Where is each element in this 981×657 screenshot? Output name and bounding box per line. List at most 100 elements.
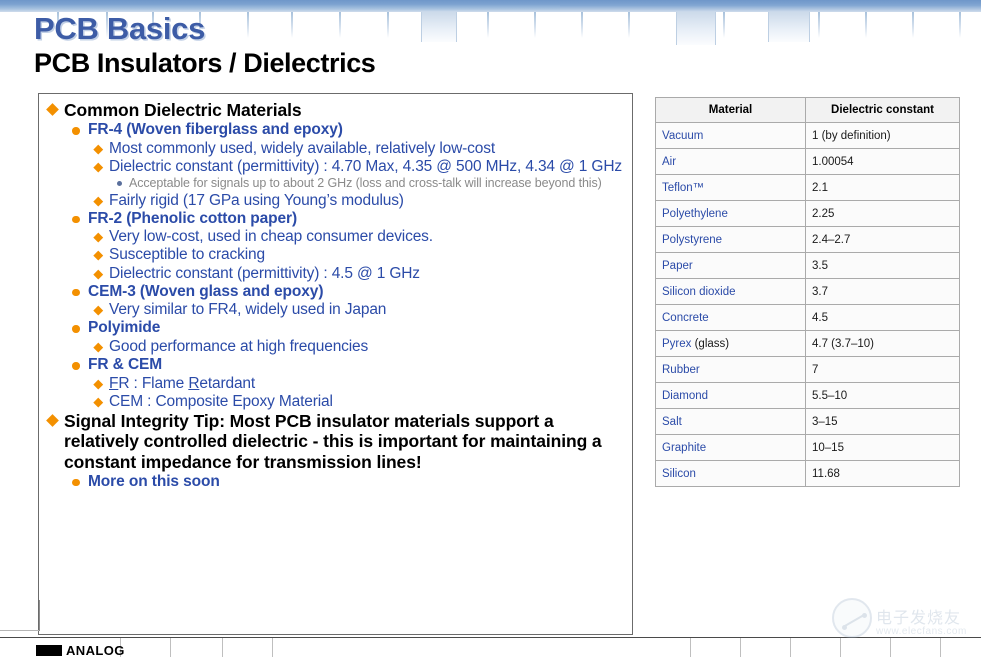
bullet-glyph-icon: [46, 414, 59, 427]
bullet-item: FR-4 (Woven fiberglass and epoxy): [72, 121, 626, 140]
bullet-glyph-icon: [117, 181, 122, 187]
table-row: Pyrex (glass) 4.7 (3.7–10): [655, 330, 960, 357]
analog-devices-logo: ANALOG: [36, 644, 125, 657]
table-row: Diamond 5.5–10: [655, 382, 960, 409]
bullet-glyph-icon: [93, 233, 103, 243]
banner-tick: [534, 12, 536, 38]
cell-dielectric-constant: 3–15: [805, 408, 960, 435]
cell-material: Diamond: [655, 382, 806, 409]
banner-tick: [291, 12, 293, 38]
bullet-glyph-icon: [93, 269, 103, 279]
cell-material: Rubber: [655, 356, 806, 383]
bullet-text: FR : Flame Retardant: [109, 374, 256, 392]
cell-dielectric-constant: 3.5: [805, 252, 960, 279]
bullet-glyph-icon: [93, 162, 103, 172]
bullet-text: Polyimide: [88, 319, 161, 337]
footer-tick: [690, 638, 691, 657]
cell-material: Silicon: [655, 460, 806, 487]
bullet-item: Very similar to FR4, widely used in Japa…: [93, 301, 626, 319]
table-row: Vacuum 1 (by definition): [655, 122, 960, 149]
bullet-glyph-icon: [46, 103, 59, 116]
bullet-glyph-icon: [93, 379, 103, 389]
content-box: Common Dielectric Materials FR-4 (Woven f…: [38, 93, 633, 635]
bullet-text: FR-4 (Woven fiberglass and epoxy): [88, 121, 343, 139]
bullet-item: Fairly rigid (17 GPa using Young’s modul…: [93, 192, 626, 210]
material-link[interactable]: Pyrex: [662, 338, 691, 350]
table-header-row: Material Dielectric constant: [655, 97, 960, 123]
bullet-item: Most commonly used, widely available, re…: [93, 140, 626, 158]
bullet-marker-icon: [46, 100, 64, 116]
banner-tick: [959, 12, 961, 38]
cell-material: Pyrex (glass): [655, 330, 806, 357]
table-row: Graphite 10–15: [655, 434, 960, 461]
cell-material: Vacuum: [655, 122, 806, 149]
watermark-chinese-text: 电子发烧友: [876, 608, 962, 627]
footer-tick: [890, 638, 891, 657]
page-subtitle: PCB Insulators / Dielectrics: [34, 48, 376, 78]
banner-tick-block: [676, 12, 716, 45]
bullet-marker-icon: [72, 283, 88, 297]
bullet-item: Common Dielectric Materials: [46, 100, 626, 120]
footer-tick: [840, 638, 841, 657]
banner-tick: [339, 12, 341, 38]
bullet-marker-icon: [93, 301, 109, 316]
table-row: Rubber 7: [655, 356, 960, 383]
cell-dielectric-constant: 4.5: [805, 304, 960, 331]
bullet-text: Susceptible to cracking: [109, 246, 265, 264]
dielectric-constant-table: Material Dielectric constant Vacuum 1 (by…: [655, 97, 960, 487]
page-title: PCB Basics: [34, 11, 206, 46]
bullet-item: Good performance at high frequencies: [93, 338, 626, 356]
bullet-text: Common Dielectric Materials: [64, 100, 302, 120]
table-row: Silicon dioxide 3.7: [655, 278, 960, 305]
cell-material: Graphite: [655, 434, 806, 461]
bullet-item: Dielectric constant (permittivity) : 4.5…: [93, 265, 626, 283]
cell-material: Concrete: [655, 304, 806, 331]
banner-tick: [723, 12, 725, 38]
cell-dielectric-constant: 4.7 (3.7–10): [805, 330, 960, 357]
banner-tick: [247, 12, 249, 38]
cell-dielectric-constant: 2.25: [805, 200, 960, 227]
watermark-dot-icon: [862, 613, 867, 618]
bullet-list: Common Dielectric Materials FR-4 (Woven f…: [39, 94, 632, 492]
bullet-text: Very low-cost, used in cheap consumer de…: [109, 228, 433, 246]
cell-material: Paper: [655, 252, 806, 279]
bullet-marker-icon: [93, 393, 109, 407]
footer-tick: [740, 638, 741, 657]
bullet-marker-icon: [93, 265, 109, 279]
bullet-marker-icon: [72, 121, 88, 135]
cell-dielectric-constant: 2.4–2.7: [805, 226, 960, 253]
bullet-text: Signal Integrity Tip: Most PCB insulator…: [64, 411, 602, 472]
bullet-marker-icon: [93, 140, 109, 154]
bullet-glyph-icon: [93, 342, 103, 352]
cell-dielectric-constant: 5.5–10: [805, 382, 960, 409]
table-row: Polyethylene 2.25: [655, 200, 960, 227]
cell-material: Polyethylene: [655, 200, 806, 227]
bullet-marker-icon: [72, 356, 88, 370]
table-row: Concrete 4.5: [655, 304, 960, 331]
bullet-item: Signal Integrity Tip: Most PCB insulator…: [46, 411, 626, 472]
bullet-text: CEM-3 (Woven glass and epoxy): [88, 282, 324, 300]
bullet-text: CEM : Composite Epoxy Material: [109, 392, 333, 410]
footer-divider: [0, 637, 981, 638]
bullet-item: Acceptable for signals up to about 2 GHz…: [117, 176, 626, 191]
bullet-marker-icon: [72, 210, 88, 224]
analog-devices-mark-icon: [36, 645, 62, 656]
table-row: Paper 3.5: [655, 252, 960, 279]
cell-material: Air: [655, 148, 806, 175]
bullet-glyph-icon: [72, 478, 80, 487]
cell-material: Salt: [655, 408, 806, 435]
bullet-text: FR-2 (Phenolic cotton paper): [88, 209, 298, 227]
banner-blue-band-right: [560, 5, 981, 12]
footer-tick: [272, 638, 273, 657]
cell-dielectric-constant: 2.1: [805, 174, 960, 201]
cell-material: Polystyrene: [655, 226, 806, 253]
column-header-dielectric-constant: Dielectric constant: [805, 97, 960, 123]
bullet-marker-icon: [93, 375, 109, 389]
bullet-glyph-icon: [72, 362, 80, 370]
bullet-marker-icon: [93, 246, 109, 261]
bullet-glyph-icon: [93, 397, 103, 407]
bullet-marker-icon: [93, 228, 109, 243]
bullet-marker-icon: [72, 319, 88, 333]
footer-tick: [222, 638, 223, 657]
banner-tick: [581, 12, 583, 38]
